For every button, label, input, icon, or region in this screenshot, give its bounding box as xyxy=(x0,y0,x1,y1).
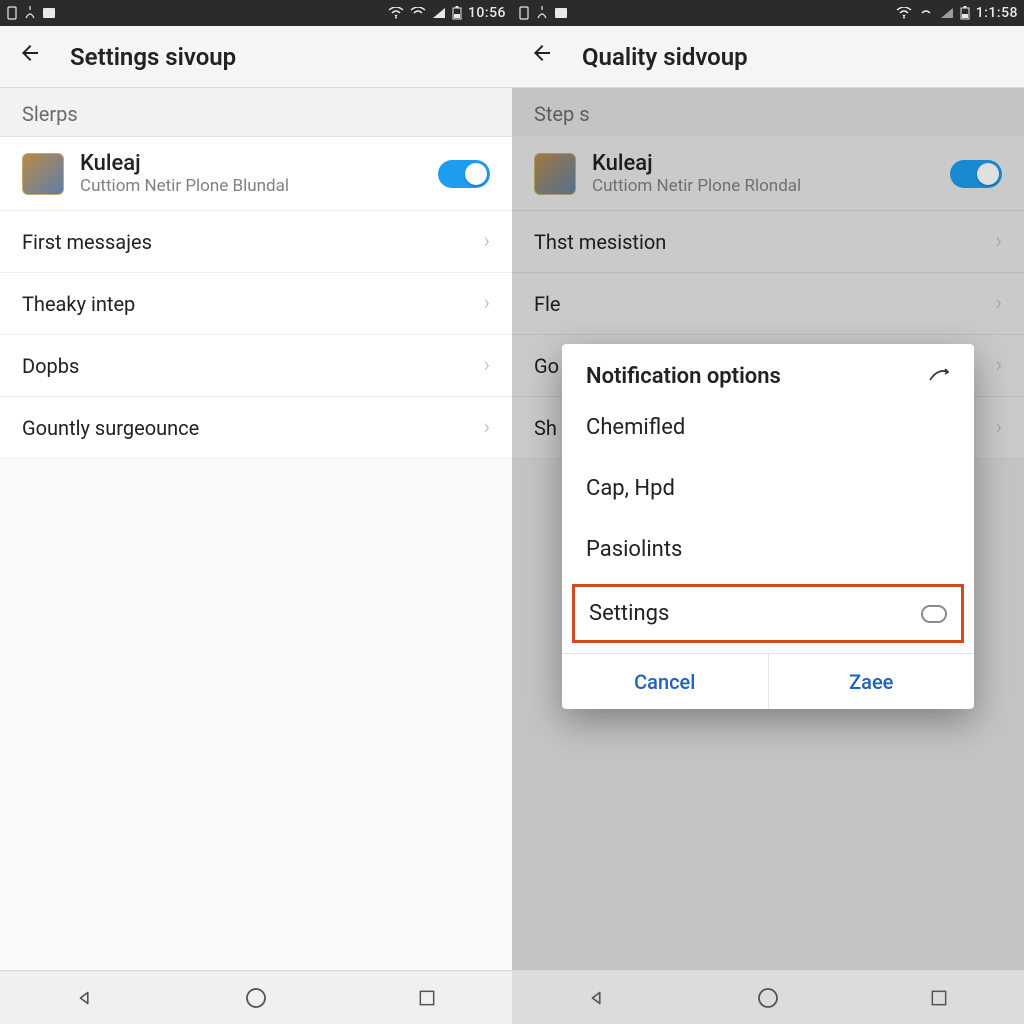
list-item-label: Theaky intep xyxy=(22,292,135,316)
wifi-icon xyxy=(896,7,912,19)
list-item-label: Fle xyxy=(534,292,561,316)
signal-icon xyxy=(432,7,446,19)
list-item-label: Dopbs xyxy=(22,354,79,378)
chevron-right-icon: › xyxy=(995,353,1002,378)
avatar xyxy=(534,153,576,195)
dialog-option-label: Cap, Hpd xyxy=(586,476,675,501)
phone-screen-left: 10:56 Settings sivoup Slerps Kuleaj Cutt… xyxy=(0,0,512,1024)
notification-options-dialog: Notification options Chemifled Cap, Hpd … xyxy=(562,344,974,709)
dialog-option[interactable]: Cap, Hpd xyxy=(562,458,974,519)
appbar-title: Quality sidvoup xyxy=(582,43,748,71)
account-subtitle: Cuttiom Netir Plone Rlondal xyxy=(592,176,801,196)
dialog-confirm-button[interactable]: Zaee xyxy=(768,654,975,709)
phone-screen-right: 1:1:58 Quality sidvoup Step s Kuleaj Cut… xyxy=(512,0,1024,1024)
signal-icon xyxy=(940,7,954,19)
app-bar: Quality sidvoup xyxy=(512,26,1024,88)
list-item-label: Gountly surgeounce xyxy=(22,416,199,440)
status-icon-1 xyxy=(518,6,530,20)
battery-icon xyxy=(452,6,462,20)
list-item[interactable]: Gountly surgeounce › xyxy=(0,397,512,459)
account-row[interactable]: Kuleaj Cuttiom Netir Plone Blundal xyxy=(0,137,512,211)
list-item[interactable]: Fle › xyxy=(512,273,1024,335)
status-icon-3 xyxy=(554,7,568,19)
dialog-cancel-button[interactable]: Cancel xyxy=(562,654,768,709)
toggle-outline-icon[interactable] xyxy=(921,605,947,623)
wifi-icon-2 xyxy=(918,7,934,19)
section-header: Step s xyxy=(512,88,1024,137)
nav-bar xyxy=(0,970,512,1024)
chevron-right-icon: › xyxy=(483,229,490,254)
list-item-label: Go xyxy=(534,354,559,378)
chevron-right-icon: › xyxy=(483,353,490,378)
list-item-label: Sh xyxy=(534,416,557,440)
chevron-right-icon: › xyxy=(995,415,1002,440)
account-toggle[interactable] xyxy=(438,160,490,188)
list-item[interactable]: First messajes › xyxy=(0,211,512,273)
appbar-title: Settings sivoup xyxy=(70,43,236,71)
dialog-option[interactable]: Pasiolints xyxy=(562,519,974,580)
dialog-arrow-icon[interactable] xyxy=(928,365,950,389)
dialog-option-label: Settings xyxy=(589,601,669,626)
battery-icon xyxy=(960,6,970,20)
status-icon-2 xyxy=(24,6,36,20)
chevron-right-icon: › xyxy=(483,291,490,316)
nav-recent-button[interactable] xyxy=(925,984,953,1012)
dialog-title: Notification options xyxy=(586,364,781,389)
status-time: 1:1:58 xyxy=(976,5,1018,21)
chevron-right-icon: › xyxy=(483,415,490,440)
dialog-option-label: Chemifled xyxy=(586,415,685,440)
account-toggle[interactable] xyxy=(950,160,1002,188)
back-button[interactable] xyxy=(530,41,554,72)
wifi-icon-2 xyxy=(410,7,426,19)
chevron-right-icon: › xyxy=(995,229,1002,254)
settings-list: Kuleaj Cuttiom Netir Plone Blundal First… xyxy=(0,137,512,459)
list-item-label: Thst mesistion xyxy=(534,230,666,254)
status-icon-1 xyxy=(6,6,18,20)
nav-bar xyxy=(512,970,1024,1024)
account-subtitle: Cuttiom Netir Plone Blundal xyxy=(80,176,289,196)
dialog-option-label: Pasiolints xyxy=(586,537,682,562)
back-button[interactable] xyxy=(18,41,42,72)
dialog-option-settings[interactable]: Settings xyxy=(572,584,964,643)
status-icon-3 xyxy=(42,7,56,19)
status-bar: 10:56 xyxy=(0,0,512,26)
list-item[interactable]: Theaky intep › xyxy=(0,273,512,335)
list-item-label: First messajes xyxy=(22,230,152,254)
nav-back-button[interactable] xyxy=(583,984,611,1012)
content-area: Step s Kuleaj Cuttiom Netir Plone Rlonda… xyxy=(512,88,1024,970)
list-item[interactable]: Thst mesistion › xyxy=(512,211,1024,273)
dialog-actions: Cancel Zaee xyxy=(562,653,974,709)
status-bar: 1:1:58 xyxy=(512,0,1024,26)
app-bar: Settings sivoup xyxy=(0,26,512,88)
section-header: Slerps xyxy=(0,88,512,137)
nav-home-button[interactable] xyxy=(754,984,782,1012)
dialog-option[interactable]: Chemifled xyxy=(562,397,974,458)
status-time: 10:56 xyxy=(468,5,506,21)
avatar xyxy=(22,153,64,195)
nav-home-button[interactable] xyxy=(242,984,270,1012)
account-name: Kuleaj xyxy=(80,151,289,176)
chevron-right-icon: › xyxy=(995,291,1002,316)
list-item[interactable]: Dopbs › xyxy=(0,335,512,397)
account-row[interactable]: Kuleaj Cuttiom Netir Plone Rlondal xyxy=(512,137,1024,211)
nav-recent-button[interactable] xyxy=(413,984,441,1012)
account-name: Kuleaj xyxy=(592,151,801,176)
wifi-icon xyxy=(388,7,404,19)
nav-back-button[interactable] xyxy=(71,984,99,1012)
content-area: Slerps Kuleaj Cuttiom Netir Plone Blunda… xyxy=(0,88,512,970)
status-icon-2 xyxy=(536,6,548,20)
